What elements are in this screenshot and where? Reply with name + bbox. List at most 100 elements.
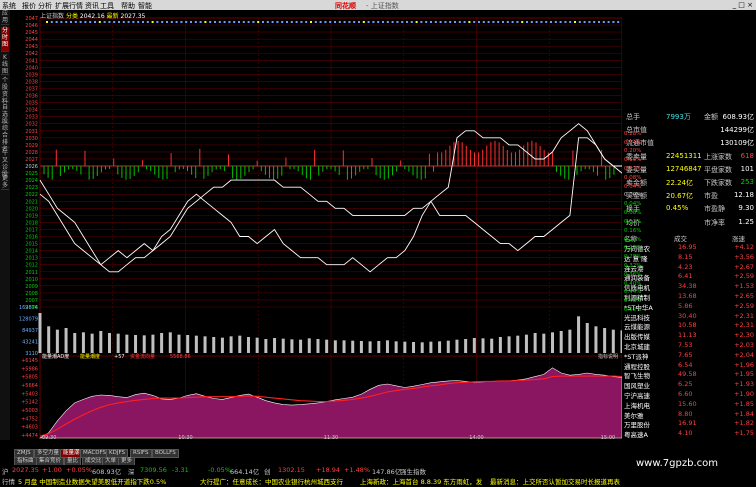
percent-tick-label: 0.12% bbox=[624, 166, 642, 173]
stock-price: 6.25 bbox=[678, 380, 693, 389]
indicator-tick-label: +6145 bbox=[21, 358, 38, 364]
event-marker bbox=[151, 21, 154, 23]
event-marker bbox=[295, 21, 298, 23]
chart-name: 上证指数 bbox=[40, 13, 65, 20]
quote-label: 下跌家数 bbox=[704, 179, 732, 187]
event-marker bbox=[458, 21, 461, 23]
stock-row[interactable]: 通程控股 6.54 +1.96 bbox=[622, 361, 756, 371]
volume-bar bbox=[385, 340, 389, 353]
percent-tick-label: 0.36% bbox=[624, 271, 642, 278]
news-ticker-3[interactable]: 上海新政：上海首台 8.8.39 东方雨虹，发 bbox=[360, 476, 482, 486]
stock-row[interactable]: 上海机电 15.60 +1.85 bbox=[622, 400, 756, 410]
stock-change: +2.04 bbox=[734, 350, 754, 359]
stock-name: 国风塑业 bbox=[624, 382, 650, 391]
percent-tick-label: 0.12% bbox=[624, 218, 642, 225]
volume-bar bbox=[559, 331, 563, 353]
event-marker bbox=[502, 21, 504, 23]
stock-price: 7.53 bbox=[678, 341, 693, 349]
stock-row[interactable]: 出版传媒 11.13 +2.30 bbox=[622, 331, 756, 341]
window-controls[interactable]: _ □ × bbox=[733, 1, 753, 9]
event-marker bbox=[382, 21, 384, 23]
y-tick-label: 2024 bbox=[25, 178, 38, 184]
event-marker bbox=[607, 21, 610, 23]
news-ticker-4[interactable]: 最新消息：上交所否认暂加交易时长报道再表 bbox=[490, 476, 620, 486]
event-marker bbox=[588, 21, 591, 23]
y-tick-label: 2036 bbox=[25, 94, 38, 100]
percent-tick-label: 0.20% bbox=[624, 148, 642, 155]
stock-row[interactable]: 万里股份 16.91 +1.82 bbox=[622, 419, 756, 429]
news-ticker[interactable]: 5 月盘 中国制造业数据失望美股低开道指下跌0.5% bbox=[18, 476, 166, 486]
indicator-tick-label: +5403 bbox=[21, 391, 38, 397]
event-marker bbox=[343, 21, 346, 23]
menu-bar: 系统 报价 分析 扩展行情 资讯 工具 帮助 智能 同花顺 - 上证指数 _ □ × bbox=[0, 0, 756, 10]
y-tick-label: 2034 bbox=[25, 108, 38, 114]
indicator-tabs: ZMJS 多空力量 能量潮 MACDFS KDJFS RSIFS BOLLFS 指标曲 集合竞价… bbox=[14, 449, 264, 466]
event-marker bbox=[468, 21, 471, 23]
event-marker bbox=[89, 21, 92, 23]
event-marker bbox=[300, 21, 303, 23]
volume-bar bbox=[333, 340, 337, 353]
y-tick-label: 2018 bbox=[25, 220, 38, 226]
percent-tick-label: 0.08% bbox=[624, 210, 642, 217]
stock-row[interactable]: 宁沪高速 6.60 +1.90 bbox=[622, 390, 756, 400]
event-marker bbox=[415, 21, 418, 23]
y-tick-label: 2019 bbox=[25, 213, 38, 219]
side-tab-4[interactable]: 自选股 bbox=[1, 104, 9, 125]
status-item: 1302.15 bbox=[278, 466, 305, 474]
volume-bar bbox=[116, 333, 120, 353]
chart-area[interactable]: 2047 2046 2045 2044 2043 2042 2041 2040 2039 2038… bbox=[10, 10, 624, 441]
event-marker bbox=[386, 21, 389, 23]
stock-list-column[interactable]: 成交 bbox=[674, 233, 687, 243]
side-tab-3[interactable]: 个股资料 bbox=[1, 77, 9, 105]
quote-value: 9.30 bbox=[738, 204, 754, 213]
indicator-tick-label: +5805 bbox=[21, 375, 38, 381]
indicator-tab[interactable]: BOLLFS bbox=[152, 449, 179, 458]
event-marker bbox=[218, 21, 221, 23]
event-marker bbox=[410, 21, 413, 23]
event-marker bbox=[137, 21, 140, 23]
quote-value: 7993万 bbox=[666, 113, 691, 121]
volume-bar bbox=[403, 341, 407, 353]
event-marker bbox=[132, 21, 135, 23]
x-tick-label: 15:00 bbox=[601, 435, 615, 440]
side-tab-7[interactable]: 更多 bbox=[1, 175, 9, 190]
y-tick-label: 2016 bbox=[25, 235, 38, 241]
volume-bar bbox=[420, 342, 424, 353]
stock-row[interactable]: 国风塑业 6.25 +1.93 bbox=[622, 380, 756, 391]
y-tick-label: 2041 bbox=[25, 58, 38, 64]
volume-bar bbox=[585, 323, 589, 353]
side-tab-0[interactable]: 应用 bbox=[1, 10, 9, 25]
y-tick-label: 2043 bbox=[25, 44, 38, 50]
stock-change: +1.93 bbox=[734, 380, 754, 389]
volume-bar bbox=[168, 332, 172, 353]
intraday-chart[interactable]: 2047204620452044204320422041204020392038… bbox=[10, 10, 624, 441]
stock-row[interactable]: *ST派神 7.65 +2.04 bbox=[622, 350, 756, 361]
side-tab-6[interactable]: 牛叉诊股 bbox=[1, 150, 9, 178]
y-tick-label: 2045 bbox=[25, 30, 38, 36]
y-tick-label: 2035 bbox=[25, 101, 38, 107]
stock-row[interactable]: 光迅科技 30.40 +2.31 bbox=[622, 312, 756, 322]
stock-price: 4.23 bbox=[678, 262, 693, 271]
percent-tick-label: 0.24% bbox=[624, 139, 642, 146]
event-marker bbox=[156, 21, 159, 23]
stock-list-column[interactable]: 涨速 bbox=[732, 233, 745, 243]
volume-bar bbox=[273, 338, 277, 353]
side-tab-5[interactable]: 综合排名 bbox=[1, 125, 9, 153]
stock-row[interactable]: 云煤能源 10.58 +2.31 bbox=[622, 321, 756, 331]
news-ticker-2[interactable]: 大行提广：任意成长：中国农业银行杭州城西支行 bbox=[200, 476, 343, 486]
stock-row[interactable]: 粤高速A 4.10 +1.75 bbox=[622, 429, 756, 439]
side-tab-2[interactable]: K线图 bbox=[1, 54, 9, 75]
stock-row[interactable]: 美尔雅 8.80 +1.84 bbox=[622, 410, 756, 420]
x-tick-label: 11:30 bbox=[324, 435, 338, 440]
side-tab-1[interactable]: 分时图 bbox=[1, 27, 9, 52]
stock-price: 11.13 bbox=[678, 331, 697, 340]
event-marker bbox=[276, 21, 279, 23]
y-tick-label: 2010 bbox=[25, 277, 38, 283]
percent-tick-label: 0.28% bbox=[624, 130, 642, 137]
event-marker bbox=[506, 21, 509, 23]
event-marker bbox=[372, 21, 375, 23]
stock-row[interactable]: 北京城建 7.53 +2.03 bbox=[622, 341, 756, 351]
volume-bar bbox=[551, 332, 555, 353]
stock-row[interactable]: 智飞生物 49.58 +1.95 bbox=[622, 370, 756, 380]
event-marker bbox=[305, 21, 308, 23]
